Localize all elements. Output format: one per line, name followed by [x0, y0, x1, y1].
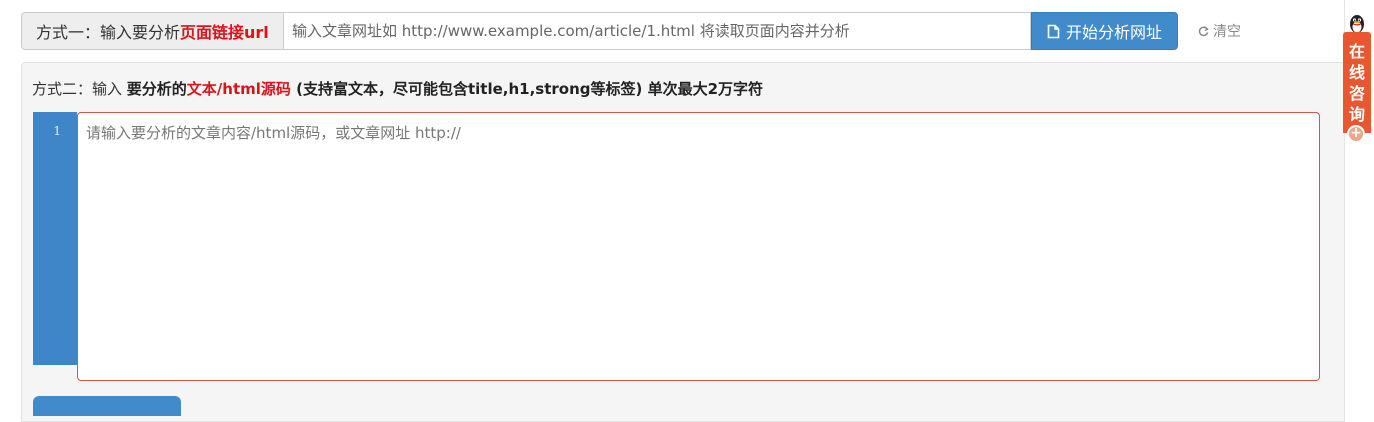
- method2-note: (支持富文本，尽可能包含title,h1,strong等标签) 单次最大2万字符: [290, 80, 764, 98]
- method1-label: 方式一：输入要分析 页面链接url: [21, 12, 283, 50]
- document-edit-icon: [1047, 24, 1060, 38]
- line-number-gutter: 1: [33, 112, 77, 365]
- method2-highlight: 文本/html源码: [186, 80, 291, 98]
- consult-char-2: 线: [1348, 62, 1365, 82]
- clear-link-label: 清空: [1213, 24, 1241, 40]
- text-input-panel: 方式二：输入 要分析的文本/html源码 (支持富文本，尽可能包含title,h…: [21, 62, 1345, 422]
- method1-label-prefix: 方式一：输入要分析: [36, 23, 181, 42]
- online-consult-button[interactable]: 在 线 咨 询: [1343, 32, 1371, 133]
- analyze-url-button[interactable]: 开始分析网址: [1031, 12, 1178, 50]
- plus-circle-icon[interactable]: +: [1347, 125, 1365, 143]
- analyze-url-button-label: 开始分析网址: [1065, 23, 1162, 42]
- consult-char-3: 咨: [1348, 83, 1365, 103]
- method2-bold: 要分析的: [126, 80, 187, 98]
- url-input[interactable]: [283, 12, 1031, 50]
- url-input-group: 方式一：输入要分析页面链接url 开始分析网址: [21, 12, 1178, 50]
- clear-link[interactable]: 清空: [1198, 21, 1241, 41]
- method2-label: 方式二：输入 要分析的文本/html源码 (支持富文本，尽可能包含title,h…: [32, 78, 763, 99]
- consult-char-1: 在: [1348, 41, 1365, 61]
- analyze-text-button[interactable]: [33, 396, 181, 416]
- content-editor[interactable]: [77, 112, 1320, 381]
- consult-char-4: 询: [1348, 104, 1365, 124]
- line-number: 1: [53, 124, 61, 138]
- method2-prefix: 方式二：输入: [32, 80, 127, 98]
- refresh-icon: [1198, 25, 1209, 36]
- method1-label-highlight: 页面链接url: [180, 23, 269, 42]
